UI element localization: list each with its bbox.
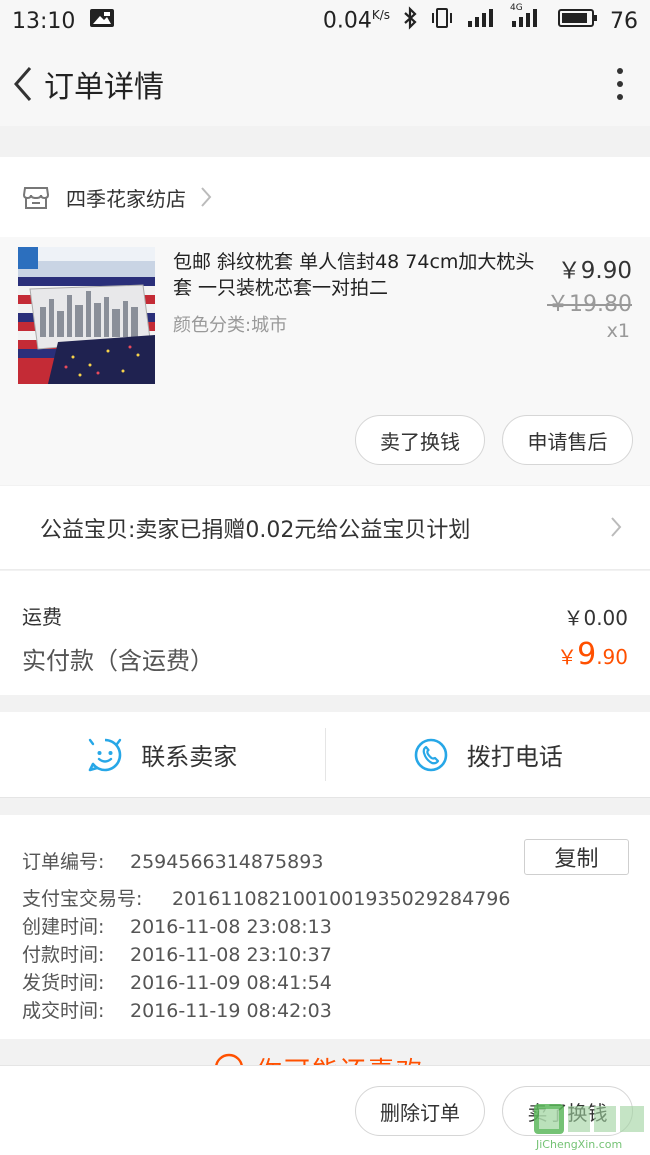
product-price: ￥9.90 <box>557 258 632 284</box>
product-variant: 颜色分类:城市 <box>173 315 288 336</box>
product-original-price: ￥19.80 <box>547 292 632 317</box>
site-watermark: JiChengXin.com <box>532 1100 650 1155</box>
charity-text: 公益宝贝:卖家已捐赠0.02元给公益宝贝计划 <box>40 517 471 543</box>
nav-bar: 订单详情 <box>0 42 650 126</box>
completed-time-row: 成交时间: 2016-11-19 08:42:03 <box>22 1000 332 1022</box>
status-bar: 13:10 0.04K/s 4G 76 <box>0 0 650 42</box>
watermark-text: JiChengXin.com <box>536 1138 623 1151</box>
chevron-left-icon <box>14 67 32 101</box>
copy-button[interactable]: 复制 <box>524 839 629 875</box>
charity-row[interactable]: 公益宝贝:卖家已捐赠0.02元给公益宝贝计划 <box>0 486 650 570</box>
battery-level: 76 <box>610 8 638 34</box>
order-info: 订单编号: 2594566314875893 复制 支付宝交易号: 20161108… <box>0 815 650 1039</box>
more-menu-button[interactable] <box>590 42 650 126</box>
shop-name: 四季花家纺店 <box>66 186 186 211</box>
notification-icon <box>89 7 115 35</box>
recommend-title: 你可能还喜欢 <box>256 1051 424 1065</box>
smile-icon <box>215 1053 243 1065</box>
status-time: 13:10 <box>12 8 76 34</box>
shipping-label: 运费 <box>22 605 62 629</box>
paid-time-row: 付款时间: 2016-11-08 23:10:37 <box>22 944 332 966</box>
contact-seller-label: 联系卖家 <box>141 743 238 771</box>
fee-summary: 运费 ￥0.00 实付款（含运费） ￥9.90 <box>0 571 650 695</box>
alipay-trade-number: 2016110821001001935029284796 <box>172 888 511 910</box>
delete-order-button[interactable]: 删除订单 <box>355 1086 485 1136</box>
back-button[interactable] <box>2 42 42 126</box>
after-sale-button[interactable]: 申请售后 <box>502 415 633 465</box>
page-title: 订单详情 <box>44 70 164 105</box>
created-time-row: 创建时间: 2016-11-08 23:08:13 <box>22 916 332 938</box>
signal-icon <box>466 7 498 35</box>
product-card[interactable]: 包邮 斜纹枕套 单人信封48 74cm加大枕头套 一只装枕芯套一对拍二 颜色分类… <box>0 237 650 485</box>
shipping-value: ￥0.00 <box>563 606 628 630</box>
alipay-trade-row: 支付宝交易号: 2016110821001001935029284796 <box>22 888 511 910</box>
recommend-header: 你可能还喜欢 <box>0 1039 650 1065</box>
chat-face-icon <box>88 738 122 771</box>
chevron-right-icon <box>201 187 212 207</box>
call-phone-button[interactable]: 拨打电话 <box>326 712 650 797</box>
more-dot-icon <box>617 68 623 74</box>
chevron-right-icon <box>611 517 622 537</box>
contact-bar: 联系卖家 拨打电话 <box>0 712 650 798</box>
store-icon <box>22 187 50 209</box>
product-quantity: x1 <box>606 320 630 342</box>
product-thumbnail[interactable] <box>18 247 155 384</box>
network-speed: 0.04K/s <box>322 8 390 34</box>
bluetooth-icon <box>402 6 418 36</box>
shipped-time-row: 发货时间: 2016-11-09 08:41:54 <box>22 972 332 994</box>
call-phone-label: 拨打电话 <box>466 743 563 771</box>
order-number: 2594566314875893 <box>130 851 324 873</box>
product-title: 包邮 斜纹枕套 单人信封48 74cm加大枕头套 一只装枕芯套一对拍二 <box>173 251 535 299</box>
shop-header[interactable]: 四季花家纺店 <box>0 157 650 237</box>
signal-4g-icon: 4G <box>510 3 546 35</box>
more-dot-icon <box>617 94 623 100</box>
vibrate-icon <box>430 7 454 35</box>
more-dot-icon <box>617 81 623 87</box>
paid-label: 实付款（含运费） <box>22 647 214 675</box>
order-number-row: 订单编号: 2594566314875893 <box>22 851 324 873</box>
sell-button[interactable]: 卖了换钱 <box>355 415 485 465</box>
paid-amount: ￥9.90 <box>557 637 628 672</box>
battery-icon <box>558 7 598 35</box>
phone-icon <box>414 738 448 771</box>
contact-seller-button[interactable]: 联系卖家 <box>0 712 325 797</box>
